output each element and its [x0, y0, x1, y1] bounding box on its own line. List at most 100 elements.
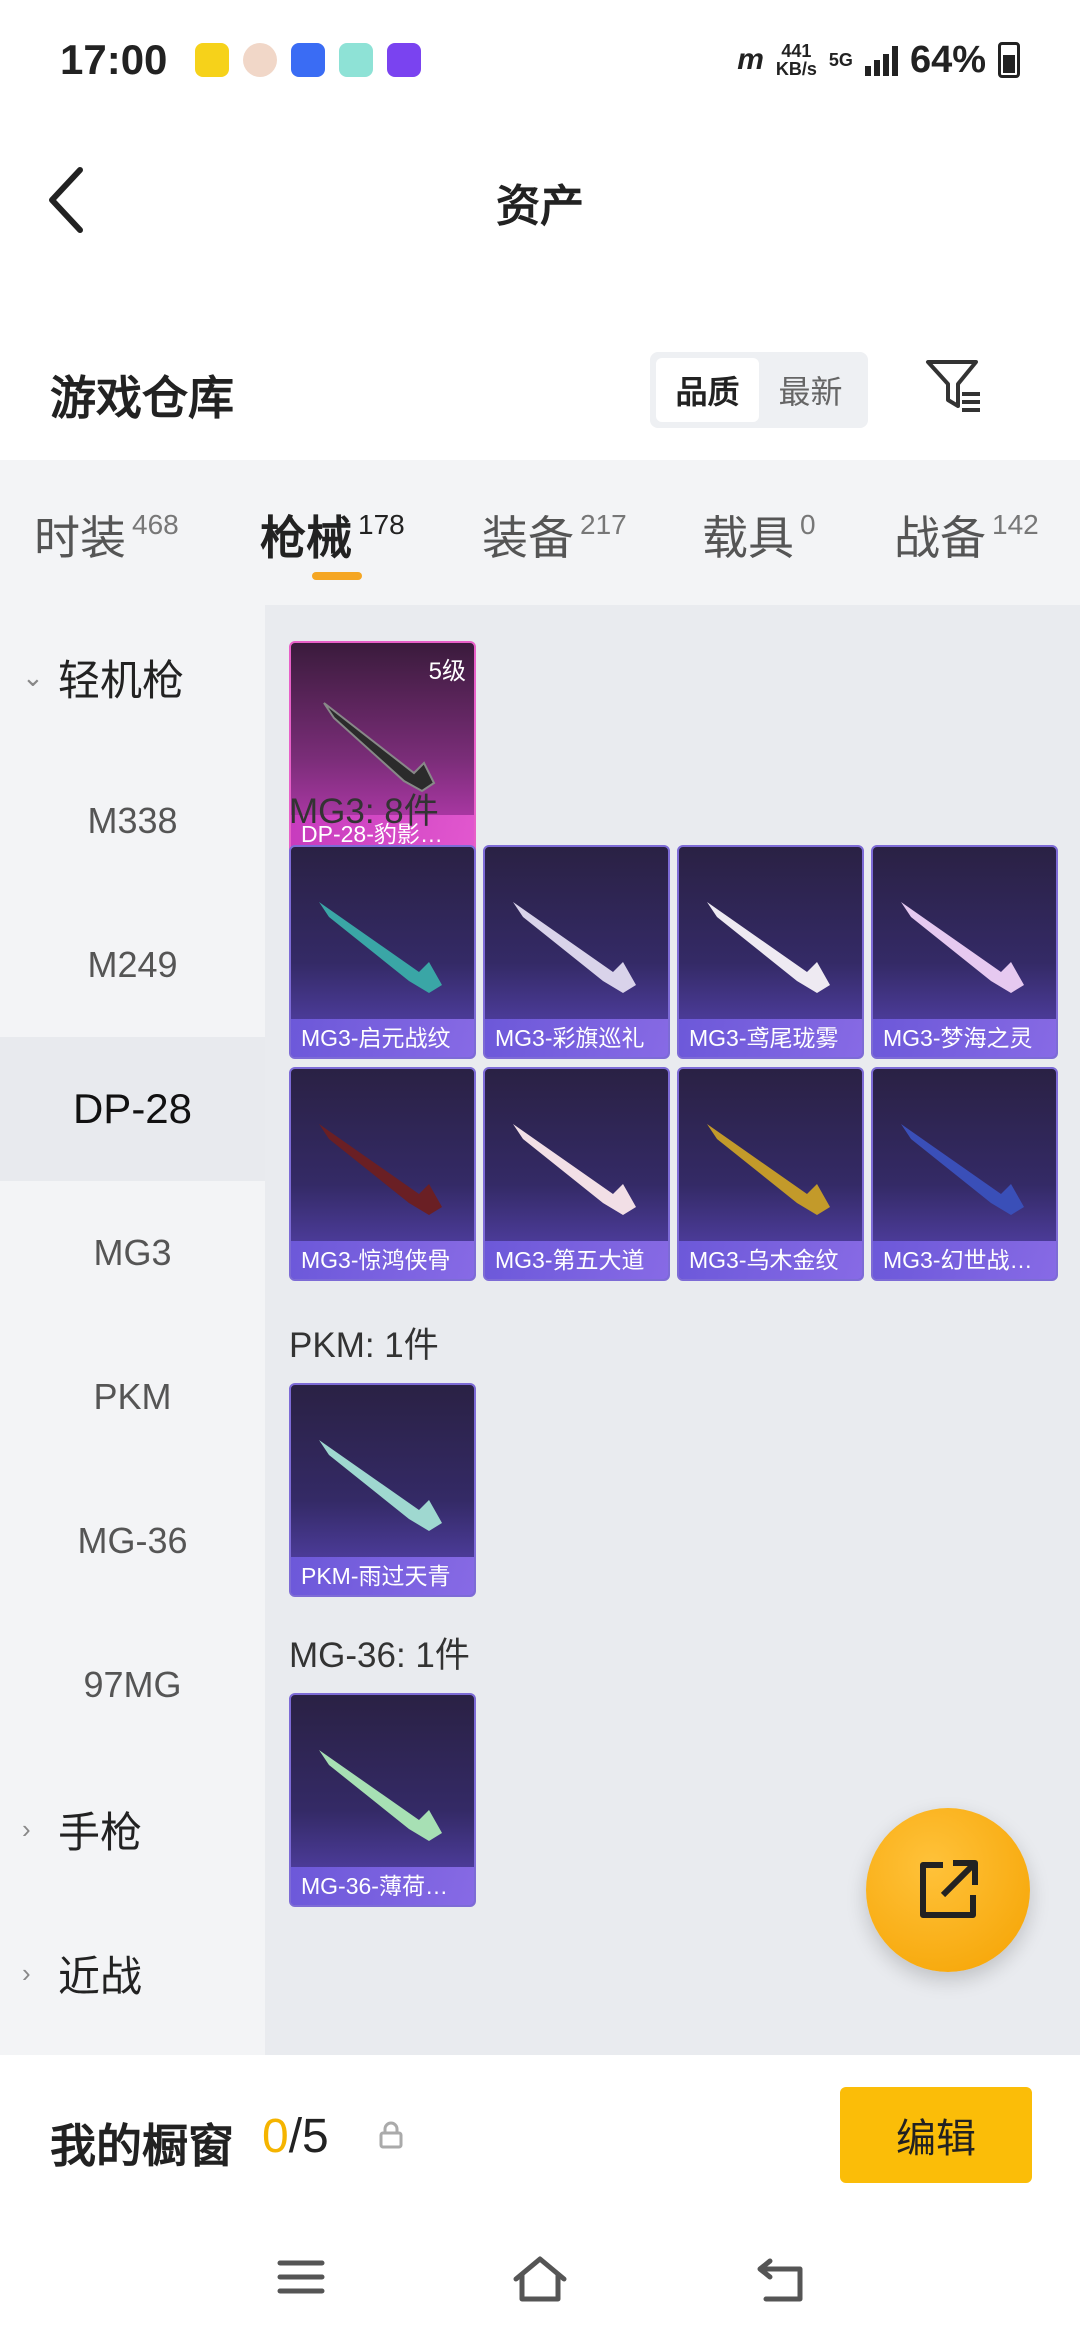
weapon-card-name: MG3-启元战纹 — [291, 1019, 474, 1057]
sidebar-category-pistol[interactable]: › 手枪 — [0, 1757, 265, 1901]
sidebar-item-m338[interactable]: M338 — [0, 749, 265, 893]
machine-gun-icon — [319, 1124, 442, 1215]
tab-vehicles[interactable]: 载具 0 — [702, 460, 816, 568]
net-speed-value: 441 — [781, 41, 812, 61]
status-time: 17:00 — [60, 36, 168, 83]
sort-newest-button[interactable]: 最新 — [759, 358, 862, 422]
weapon-card[interactable]: PKM-雨过天青 — [289, 1383, 476, 1597]
notification-icons — [195, 43, 422, 77]
tab-equipment[interactable]: 装备 217 — [482, 460, 627, 568]
home-icon[interactable] — [510, 2255, 570, 2303]
machine-gun-icon — [319, 902, 442, 993]
weapon-card-name: MG3-惊鸿侠骨 — [291, 1241, 474, 1279]
sidebar-item-mg36[interactable]: MG-36 — [0, 1469, 265, 1613]
sidebar-category-label: 近战 — [58, 1952, 143, 2000]
system-nav-bar — [0, 2215, 1080, 2344]
weapon-card[interactable]: MG3-乌木金纹 — [677, 1067, 864, 1281]
net-speed: 441 KB/s — [776, 42, 817, 78]
tab-label: 装备 — [482, 512, 574, 564]
filter-button[interactable] — [922, 354, 986, 418]
machine-gun-icon — [513, 1124, 636, 1215]
app-header: 资产 — [0, 120, 1080, 280]
showcase-title: 我的橱窗 — [50, 2120, 234, 2172]
avatar-notification-icon — [243, 43, 278, 77]
tab-count: 217 — [580, 509, 627, 540]
weapon-card[interactable]: MG3-幻世战… — [871, 1067, 1058, 1281]
machine-gun-icon — [707, 1124, 830, 1215]
sidebar-item-pkm[interactable]: PKM — [0, 1325, 265, 1469]
group-title-pkm: PKM: 1件 — [289, 1326, 439, 1365]
sidebar-category-label: 轻机枪 — [58, 656, 185, 704]
active-tab-indicator — [312, 572, 362, 580]
sidebar-category-melee[interactable]: › 近战 — [0, 1901, 265, 2045]
showcase-counter: 0/5 — [262, 2109, 329, 2164]
weapon-card-name: MG3-鸢尾珑雾 — [679, 1019, 862, 1057]
weapon-card-name: MG3-乌木金纹 — [679, 1241, 862, 1279]
sidebar-category-label: 手枪 — [58, 1808, 143, 1856]
tab-label: 战备 — [894, 512, 986, 564]
page-title: 资产 — [496, 182, 584, 231]
weapon-card[interactable]: MG3-启元战纹 — [289, 845, 476, 1059]
weapon-card-name: MG3-梦海之灵 — [873, 1019, 1056, 1057]
tab-guns[interactable]: 枪械 178 — [260, 460, 405, 580]
status-bar: 17:00 m 441 KB/s 5G 64% — [0, 0, 1080, 120]
nfc-icon: m — [737, 43, 764, 76]
tab-label: 载具 — [702, 512, 794, 564]
sort-toggle: 品质 最新 — [650, 352, 868, 428]
weapon-card[interactable]: MG3-鸢尾珑雾 — [677, 845, 864, 1059]
tab-count: 468 — [132, 509, 179, 540]
tab-label: 时装 — [34, 512, 126, 564]
warehouse-title: 游戏仓库 — [50, 372, 234, 424]
group-title-mg36: MG-36: 1件 — [289, 1636, 470, 1675]
network-type: 5G — [828, 50, 853, 70]
tab-count: 0 — [800, 509, 816, 540]
category-tabs: 时装 468 枪械 178 装备 217 载具 0 战备 142 — [0, 460, 1080, 605]
back-nav-icon[interactable] — [756, 2255, 810, 2303]
chevron-right-icon: › — [22, 1957, 31, 1988]
share-external-icon — [920, 1860, 978, 1918]
machine-gun-icon — [901, 902, 1024, 993]
sidebar-category-lmg[interactable]: ⌄ 轻机枪 — [0, 605, 265, 749]
showcase-bar: 我的橱窗 0/5 编辑 — [0, 2055, 1080, 2215]
group-title-mg3: MG3: 8件 — [289, 792, 439, 831]
menu-icon[interactable] — [276, 2255, 326, 2299]
weapon-card-name: MG-36-薄荷… — [291, 1867, 474, 1905]
signal-icon — [864, 44, 898, 76]
tab-fashion[interactable]: 时装 468 — [34, 460, 179, 568]
machine-gun-icon — [513, 902, 636, 993]
sidebar-item-m249[interactable]: M249 — [0, 893, 265, 1037]
app-notification-icon — [387, 43, 422, 77]
weapon-card-name: MG3-彩旗巡礼 — [485, 1019, 668, 1057]
showcase-total: /5 — [288, 2110, 329, 2163]
sidebar-item-mg3[interactable]: MG3 — [0, 1181, 265, 1325]
app-notification-icon — [339, 43, 374, 77]
tab-gear[interactable]: 战备 142 — [894, 460, 1039, 568]
weapon-card-name: MG3-幻世战… — [873, 1241, 1056, 1279]
sidebar-item-97mg[interactable]: 97MG — [0, 1613, 265, 1757]
chevron-right-icon: › — [22, 1813, 31, 1844]
weapon-card[interactable]: MG3-惊鸿侠骨 — [289, 1067, 476, 1281]
tab-count: 178 — [358, 509, 405, 540]
vivo-notification-icon — [291, 43, 326, 77]
showcase-current: 0 — [262, 2110, 289, 2163]
level-badge: 5级 — [428, 658, 466, 685]
sidebar-item-dp28[interactable]: DP-28 — [0, 1037, 265, 1181]
lock-icon — [379, 2121, 403, 2149]
filter-icon — [926, 360, 980, 412]
battery-icon — [998, 42, 1020, 78]
warehouse-bar: 游戏仓库 品质 最新 — [0, 330, 1080, 460]
machine-gun-icon — [319, 1440, 442, 1531]
sort-quality-button[interactable]: 品质 — [656, 358, 759, 422]
machine-gun-icon — [901, 1124, 1024, 1215]
tab-label: 枪械 — [260, 512, 352, 564]
weapon-card[interactable]: MG-36-薄荷… — [289, 1693, 476, 1907]
net-speed-unit: KB/s — [775, 59, 817, 79]
weapon-card[interactable]: MG3-彩旗巡礼 — [483, 845, 670, 1059]
weapon-card[interactable]: MG3-梦海之灵 — [871, 845, 1058, 1059]
edit-button[interactable]: 编辑 — [840, 2087, 1032, 2183]
weapon-card-name: PKM-雨过天青 — [291, 1557, 474, 1595]
weapon-card-name: MG3-第五大道 — [485, 1241, 668, 1279]
share-button[interactable] — [866, 1808, 1030, 1972]
battery-percent: 64% — [909, 38, 986, 81]
weapon-card[interactable]: MG3-第五大道 — [483, 1067, 670, 1281]
